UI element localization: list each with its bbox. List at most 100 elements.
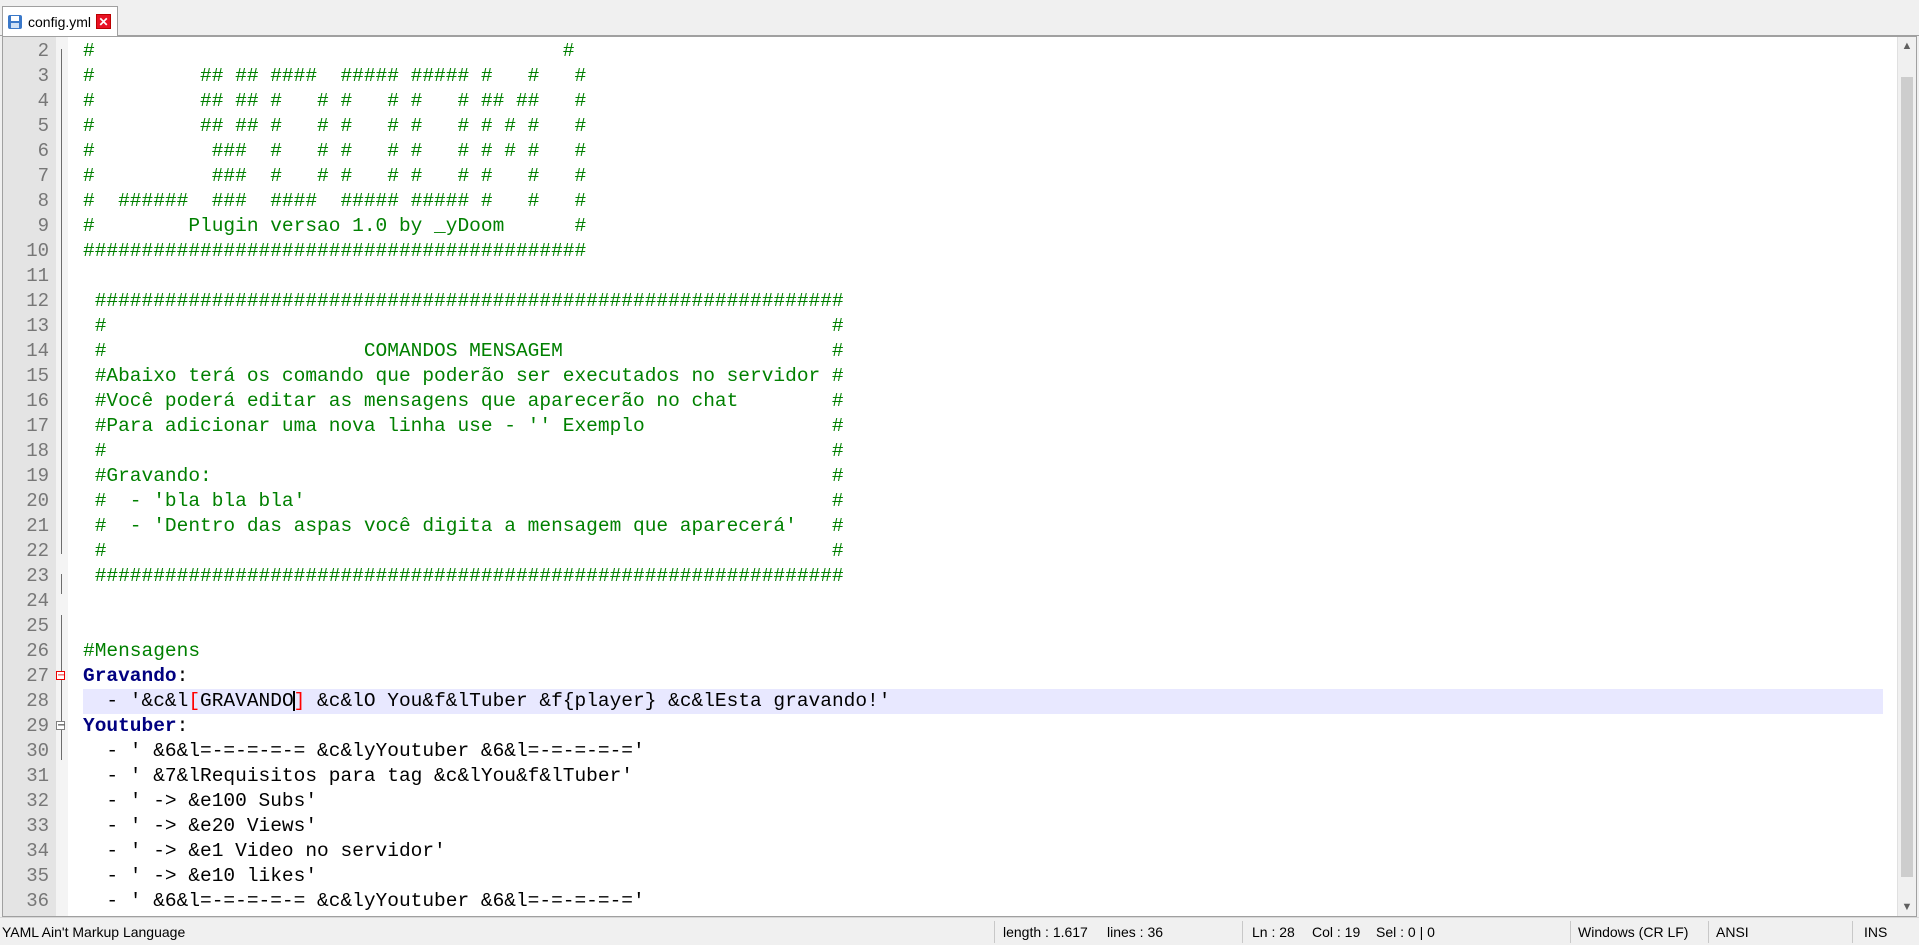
code-line[interactable]: 20 # - 'bla bla bla' # (3, 489, 1883, 514)
line-content[interactable]: # # (83, 314, 1883, 339)
line-content[interactable]: Youtuber: (83, 714, 1883, 739)
line-content[interactable]: # ### # # # # # # # # # (83, 164, 1883, 189)
line-content[interactable]: - ' -> &e20 Views' (83, 814, 1883, 839)
tab-config-yml[interactable]: config.yml ✕ (2, 6, 119, 36)
scroll-down-icon[interactable]: ▼ (1898, 898, 1916, 916)
line-content[interactable]: - ' -> &e1 Video no servidor' (83, 839, 1883, 864)
code-line[interactable]: 7 # ### # # # # # # # # # (3, 164, 1883, 189)
line-content[interactable]: # ### # # # # # # # # # # (83, 139, 1883, 164)
code-line[interactable]: 11 (3, 264, 1883, 289)
code-line[interactable]: 27− Gravando: (3, 664, 1883, 689)
line-content[interactable]: # ## ## #### ##### ##### # # # (83, 64, 1883, 89)
code-line[interactable]: 32 - ' -> &e100 Subs' (3, 789, 1883, 814)
code-line[interactable]: 10 ######################################… (3, 239, 1883, 264)
line-content[interactable]: ########################################… (83, 239, 1883, 264)
code-line[interactable]: 9 # Plugin versao 1.0 by _yDoom # (3, 214, 1883, 239)
code-line[interactable]: 19 #Gravando: # (3, 464, 1883, 489)
code-line[interactable]: 33 - ' -> &e20 Views' (3, 814, 1883, 839)
vertical-scrollbar[interactable]: ▲ ▼ (1897, 37, 1916, 916)
code-line[interactable]: 12 #####################################… (3, 289, 1883, 314)
status-encoding[interactable]: ANSI (1716, 924, 1749, 940)
code-line[interactable]: 6 # ### # # # # # # # # # # (3, 139, 1883, 164)
code-line[interactable]: 35 - ' -> &e10 likes' (3, 864, 1883, 889)
line-content[interactable]: #Abaixo terá os comando que poderão ser … (83, 364, 1883, 389)
code-editor[interactable]: 2 # #3 # ## ## #### ##### ##### # # #4 # ##… (2, 36, 1917, 917)
code-line[interactable]: 24 (3, 589, 1883, 614)
code-line[interactable]: 16 #Você poderá editar as mensagens que … (3, 389, 1883, 414)
line-content[interactable]: # COMANDOS MENSAGEM # (83, 339, 1883, 364)
line-number: 4 (37, 90, 49, 112)
comment-text: # ## ## # # # # # # # # # # (83, 115, 587, 137)
line-content[interactable]: # ###### ### #### ##### ##### # # # (83, 189, 1883, 214)
yaml-colon: : (176, 665, 189, 687)
status-ln: Ln : 28 (1252, 924, 1295, 940)
code-line[interactable]: 26 #Mensagens (3, 639, 1883, 664)
line-content[interactable]: Gravando: (83, 664, 1883, 689)
line-content[interactable]: - ' &6&l=-=-=-=-= &c&lyYoutuber &6&l=-=-… (83, 889, 1883, 914)
line-content[interactable]: # # (83, 439, 1883, 464)
code-line[interactable]: 28 - '&c&l[GRAVANDO] &c&lO You&f&lTuber … (3, 689, 1883, 714)
code-line[interactable]: 17 #Para adicionar uma nova linha use - … (3, 414, 1883, 439)
scroll-up-icon[interactable]: ▲ (1898, 37, 1916, 55)
line-content[interactable]: # - 'bla bla bla' # (83, 489, 1883, 514)
yaml-colon: : (176, 715, 189, 737)
line-number: 22 (26, 540, 49, 562)
fold-collapse-icon[interactable]: − (56, 721, 65, 731)
line-content[interactable]: - '&c&l[GRAVANDO] &c&lO You&f&lTuber &f{… (83, 689, 1883, 714)
code-line[interactable]: 14 # COMANDOS MENSAGEM # (3, 339, 1883, 364)
line-content[interactable] (83, 589, 1883, 614)
comment-text: # # (83, 440, 844, 462)
save-disk-icon (7, 14, 23, 30)
code-lines[interactable]: 2 # #3 # ## ## #### ##### ##### # # #4 # ##… (3, 39, 1883, 914)
line-content[interactable]: ########################################… (83, 564, 1883, 589)
line-content[interactable]: - ' -> &e100 Subs' (83, 789, 1883, 814)
line-content[interactable]: #Mensagens (83, 639, 1883, 664)
line-content[interactable]: - ' &6&l=-=-=-=-= &c&lyYoutuber &6&l=-=-… (83, 739, 1883, 764)
comment-text: #Para adicionar uma nova linha use - '' … (83, 415, 844, 437)
line-content[interactable]: #Você poderá editar as mensagens que apa… (83, 389, 1883, 414)
line-number: 26 (26, 640, 49, 662)
line-content[interactable]: # # (83, 39, 1883, 64)
code-line[interactable]: 25 (3, 614, 1883, 639)
comment-text: # ### # # # # # # # # # # (83, 140, 587, 162)
line-content[interactable]: - ' &7&lRequisitos para tag &c&lYou&f&lT… (83, 764, 1883, 789)
line-content[interactable]: - ' -> &e10 likes' (83, 864, 1883, 889)
line-content[interactable]: #Para adicionar uma nova linha use - '' … (83, 414, 1883, 439)
code-line[interactable]: 23 #####################################… (3, 564, 1883, 589)
code-line[interactable]: 36 - ' &6&l=-=-=-=-= &c&lyYoutuber &6&l=… (3, 889, 1883, 914)
line-content[interactable]: # - 'Dentro das aspas você digita a mens… (83, 514, 1883, 539)
line-content[interactable]: ########################################… (83, 289, 1883, 314)
code-line[interactable]: 22 # # (3, 539, 1883, 564)
comment-text: # ## ## # # # # # # ## ## # (83, 90, 587, 112)
code-line[interactable]: 2 # # (3, 39, 1883, 64)
code-line[interactable]: 21 # - 'Dentro das aspas você digita a m… (3, 514, 1883, 539)
line-content[interactable] (83, 614, 1883, 639)
code-line[interactable]: 18 # # (3, 439, 1883, 464)
line-number: 16 (26, 390, 49, 412)
line-content[interactable]: # ## ## # # # # # # # # # # (83, 114, 1883, 139)
code-line[interactable]: 31 - ' &7&lRequisitos para tag &c&lYou&f… (3, 764, 1883, 789)
code-line[interactable]: 13 # # (3, 314, 1883, 339)
line-number: 18 (26, 440, 49, 462)
line-content[interactable]: # ## ## # # # # # # ## ## # (83, 89, 1883, 114)
line-content[interactable] (83, 264, 1883, 289)
code-line[interactable]: 30 - ' &6&l=-=-=-=-= &c&lyYoutuber &6&l=… (3, 739, 1883, 764)
line-content[interactable]: # Plugin versao 1.0 by _yDoom # (83, 214, 1883, 239)
code-line[interactable]: 15 #Abaixo terá os comando que poderão s… (3, 364, 1883, 389)
yaml-key: Gravando (83, 665, 177, 687)
tab-title: config.yml (28, 13, 92, 30)
code-line[interactable]: 29− Youtuber: (3, 714, 1883, 739)
string-part: &c&lO You&f&lTuber &f{player} &c&lEsta g… (305, 690, 891, 712)
code-line[interactable]: 8 # ###### ### #### ##### ##### # # # (3, 189, 1883, 214)
line-content[interactable]: #Gravando: # (83, 464, 1883, 489)
close-tab-icon[interactable]: ✕ (96, 14, 112, 29)
scrollbar-thumb[interactable] (1901, 77, 1913, 877)
code-line[interactable]: 34 - ' -> &e1 Video no servidor' (3, 839, 1883, 864)
status-eol[interactable]: Windows (CR LF) (1578, 924, 1688, 940)
code-line[interactable]: 4 # ## ## # # # # # # ## ## # (3, 89, 1883, 114)
line-content[interactable]: # # (83, 539, 1883, 564)
fold-collapse-icon[interactable]: − (56, 671, 65, 681)
code-line[interactable]: 5 # ## ## # # # # # # # # # # (3, 114, 1883, 139)
code-line[interactable]: 3 # ## ## #### ##### ##### # # # (3, 64, 1883, 89)
comment-text: # # (83, 315, 844, 337)
